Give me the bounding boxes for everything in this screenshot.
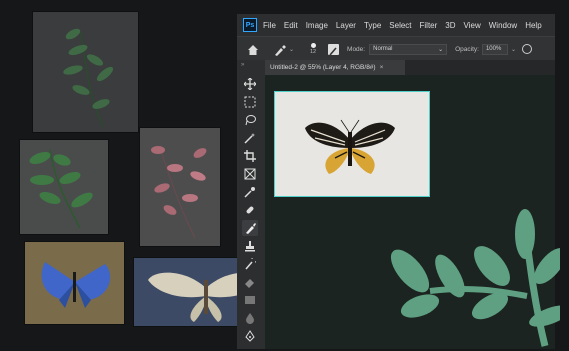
menu-type[interactable]: Type bbox=[364, 21, 381, 30]
mode-value: Normal bbox=[373, 46, 393, 52]
brush-size-value: 12 bbox=[309, 49, 317, 55]
document-tab-title: Untitled-2 @ 55% (Layer 4, RGB/8#) bbox=[270, 64, 376, 71]
menu-bar: Ps File Edit Image Layer Type Select Fil… bbox=[237, 14, 555, 36]
green-plant-shape bbox=[390, 209, 560, 347]
chevron-down-icon: ⌄ bbox=[438, 46, 444, 53]
fern-photo-top bbox=[33, 12, 138, 132]
crop-tool-icon[interactable] bbox=[242, 148, 258, 164]
menu-edit[interactable]: Edit bbox=[284, 21, 298, 30]
blue-butterfly-photo bbox=[25, 242, 124, 324]
photoshop-logo-icon: Ps bbox=[243, 18, 257, 32]
menu-view[interactable]: View bbox=[464, 21, 481, 30]
opacity-value: 100% bbox=[485, 46, 502, 52]
butterfly-layer-selection[interactable] bbox=[274, 91, 430, 197]
tools-panel: » bbox=[237, 60, 265, 349]
clone-stamp-tool-icon[interactable] bbox=[242, 238, 258, 254]
blur-tool-icon[interactable] bbox=[242, 310, 258, 326]
brush-size-picker[interactable]: 12 bbox=[306, 43, 320, 55]
document-tab[interactable]: Untitled-2 @ 55% (Layer 4, RGB/8#) × bbox=[265, 60, 405, 75]
eraser-tool-icon[interactable] bbox=[242, 274, 258, 290]
eyedropper-tool-icon[interactable] bbox=[242, 184, 258, 200]
opacity-label: Opacity: bbox=[455, 45, 479, 53]
chevron-down-icon[interactable]: ⌄ bbox=[511, 46, 516, 53]
menu-select[interactable]: Select bbox=[389, 21, 411, 30]
history-brush-tool-icon[interactable] bbox=[242, 256, 258, 272]
brush-dot-icon bbox=[310, 43, 316, 48]
pen-tool-icon[interactable] bbox=[242, 328, 258, 344]
move-tool-icon[interactable] bbox=[242, 76, 258, 92]
pink-leaves-photo bbox=[140, 128, 220, 246]
healing-brush-tool-icon[interactable] bbox=[242, 202, 258, 218]
brush-tool-icon[interactable] bbox=[242, 220, 258, 236]
menu-window[interactable]: Window bbox=[489, 21, 517, 30]
menu-layer[interactable]: Layer bbox=[336, 21, 356, 30]
document-tab-bar: Untitled-2 @ 55% (Layer 4, RGB/8#) × bbox=[265, 60, 555, 75]
panel-collapse-icon[interactable]: » bbox=[241, 62, 244, 68]
magic-wand-tool-icon[interactable] bbox=[242, 130, 258, 146]
mode-select[interactable]: Normal ⌄ bbox=[369, 43, 448, 55]
lasso-tool-icon[interactable] bbox=[242, 112, 258, 128]
leaf-sprig-photo bbox=[20, 140, 108, 234]
close-icon[interactable]: × bbox=[380, 64, 384, 71]
home-icon[interactable] bbox=[247, 43, 259, 55]
menu-file[interactable]: File bbox=[263, 21, 276, 30]
brush-preset-icon[interactable] bbox=[273, 43, 287, 56]
chevron-down-icon[interactable]: ⌄ bbox=[289, 46, 294, 53]
frame-tool-icon[interactable] bbox=[242, 166, 258, 182]
menu-image[interactable]: Image bbox=[306, 21, 328, 30]
brush-panel-icon[interactable] bbox=[328, 43, 340, 56]
menu-filter[interactable]: Filter bbox=[420, 21, 438, 30]
options-bar: ⌄ 12 Mode: Normal ⌄ Opacity: 100% ⌄ bbox=[237, 36, 555, 61]
menu-3d[interactable]: 3D bbox=[445, 21, 455, 30]
document-canvas[interactable] bbox=[265, 75, 560, 349]
menu-help[interactable]: Help bbox=[525, 21, 541, 30]
mode-label: Mode: bbox=[347, 45, 366, 53]
marquee-tool-icon[interactable] bbox=[242, 94, 258, 110]
opacity-field[interactable]: 100% bbox=[481, 43, 508, 55]
pressure-opacity-icon[interactable] bbox=[521, 44, 532, 54]
photoshop-window: Ps File Edit Image Layer Type Select Fil… bbox=[237, 14, 560, 349]
gradient-tool-icon[interactable] bbox=[242, 292, 258, 308]
